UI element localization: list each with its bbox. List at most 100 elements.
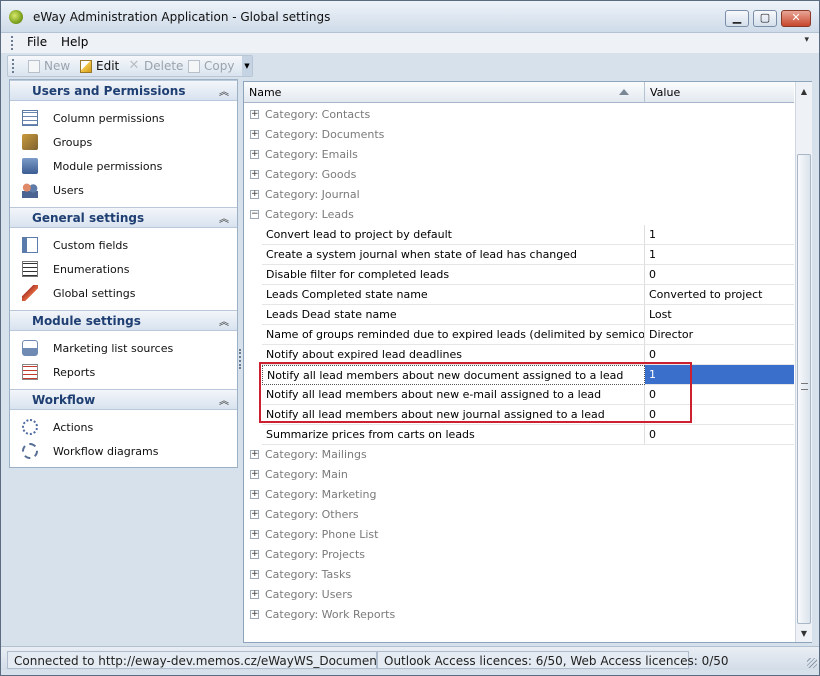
expand-icon[interactable]: +	[250, 110, 259, 119]
category-label: Category: Goods	[265, 168, 357, 181]
collapse-icon[interactable]: −	[250, 210, 259, 219]
scroll-down-icon[interactable]: ▼	[796, 626, 812, 642]
toolbar-grip-icon[interactable]	[12, 59, 15, 73]
category-row[interactable]: + Category: Contacts	[244, 105, 794, 125]
close-button[interactable]: ✕	[781, 10, 811, 27]
category-row[interactable]: + Category: Journal	[244, 185, 794, 205]
menubar-grip-icon[interactable]	[11, 36, 14, 50]
scrollbar-thumb[interactable]	[797, 154, 811, 624]
vertical-scrollbar[interactable]: ▲ ▼	[795, 82, 812, 642]
marketing-list-icon	[22, 340, 38, 356]
nav-groups[interactable]: Groups	[22, 132, 92, 152]
category-row[interactable]: + Category: Documents	[244, 125, 794, 145]
nav-module-permissions[interactable]: Module permissions	[22, 156, 162, 176]
nav-enumerations[interactable]: Enumerations	[22, 259, 129, 279]
category-row[interactable]: + Category: Marketing	[244, 485, 794, 505]
collapse-chevrons-icon[interactable]: ︽	[219, 83, 229, 98]
category-row[interactable]: + Category: Projects	[244, 545, 794, 565]
expand-icon[interactable]: +	[250, 590, 259, 599]
nav-marketing-list-sources[interactable]: Marketing list sources	[22, 338, 173, 358]
window-title: eWay Administration Application - Global…	[33, 10, 331, 24]
navigation-panel: Users and Permissions ︽ Column permission…	[9, 79, 238, 468]
property-value-field[interactable]: 0	[645, 425, 794, 445]
expand-icon[interactable]: +	[250, 170, 259, 179]
category-row[interactable]: + Category: Mailings	[244, 445, 794, 465]
collapse-chevrons-icon[interactable]: ︽	[219, 210, 229, 225]
nav-workflow-diagrams[interactable]: Workflow diagrams	[22, 441, 158, 461]
property-row[interactable]: Disable filter for completed leads 0	[244, 265, 794, 285]
menu-file[interactable]: File	[23, 35, 51, 49]
property-row[interactable]: Convert lead to project by default 1	[244, 225, 794, 245]
copy-button[interactable]: Copy	[188, 59, 234, 73]
chevron-down-icon[interactable]: ▾	[804, 35, 809, 45]
category-row[interactable]: + Category: Main	[244, 465, 794, 485]
category-label: Category: Tasks	[265, 568, 352, 581]
expand-icon[interactable]: +	[250, 550, 259, 559]
property-value-field[interactable]: Lost	[645, 305, 794, 325]
maximize-button[interactable]: ▢	[753, 10, 777, 27]
category-row[interactable]: + Category: Emails	[244, 145, 794, 165]
delete-button[interactable]: ✕ Delete	[128, 59, 184, 74]
scroll-up-icon[interactable]: ▲	[796, 84, 812, 100]
resize-grip-icon[interactable]	[807, 658, 817, 668]
expand-icon[interactable]: +	[250, 570, 259, 579]
expand-icon[interactable]: +	[250, 490, 259, 499]
property-row[interactable]: Leads Completed state name Converted to p…	[244, 285, 794, 305]
property-value-field[interactable]: Director	[645, 325, 794, 345]
column-divider[interactable]	[644, 82, 645, 103]
nav-users[interactable]: Users	[22, 180, 84, 200]
nav-actions[interactable]: Actions	[22, 417, 93, 437]
category-row[interactable]: + Category: Phone List	[244, 525, 794, 545]
section-workflow[interactable]: Workflow ︽	[10, 389, 237, 410]
collapse-chevrons-icon[interactable]: ︽	[219, 313, 229, 328]
nav-column-permissions[interactable]: Column permissions	[22, 108, 164, 128]
category-label: Category: Emails	[265, 148, 358, 161]
column-header-name[interactable]: Name	[249, 86, 281, 99]
nav-reports[interactable]: Reports	[22, 362, 95, 382]
category-row[interactable]: + Category: Tasks	[244, 565, 794, 585]
section-module-settings[interactable]: Module settings ︽	[10, 310, 237, 331]
expand-icon[interactable]: +	[250, 530, 259, 539]
collapse-chevrons-icon[interactable]: ︽	[219, 392, 229, 407]
expand-icon[interactable]: +	[250, 470, 259, 479]
minimize-button[interactable]: ▁	[725, 10, 749, 27]
property-row[interactable]: Create a system journal when state of le…	[244, 245, 794, 265]
highlight-box	[259, 362, 692, 423]
category-row[interactable]: + Category: Work Reports	[244, 605, 794, 625]
category-row[interactable]: − Category: Leads	[244, 205, 794, 225]
section-users-and-permissions[interactable]: Users and Permissions ︽	[10, 80, 237, 101]
category-row[interactable]: + Category: Others	[244, 505, 794, 525]
property-row[interactable]: Leads Dead state name Lost	[244, 305, 794, 325]
workflow-icon	[22, 443, 38, 459]
expand-icon[interactable]: +	[250, 130, 259, 139]
category-label: Category: Contacts	[265, 108, 371, 121]
nav-global-settings[interactable]: Global settings	[22, 283, 135, 303]
expand-icon[interactable]: +	[250, 610, 259, 619]
property-name: Leads Dead state name	[262, 305, 645, 325]
sort-ascending-icon	[619, 89, 629, 95]
expand-icon[interactable]: +	[250, 450, 259, 459]
property-value-field[interactable]: 1	[645, 245, 794, 265]
property-name: Create a system journal when state of le…	[262, 245, 645, 265]
expand-icon[interactable]: +	[250, 150, 259, 159]
new-button[interactable]: New	[28, 59, 70, 73]
category-row[interactable]: + Category: Goods	[244, 165, 794, 185]
expand-icon[interactable]: +	[250, 510, 259, 519]
property-value-field[interactable]: Converted to project	[645, 285, 794, 305]
property-row[interactable]: Name of groups reminded due to expired l…	[244, 325, 794, 345]
property-row[interactable]: Summarize prices from carts on leads 0	[244, 425, 794, 445]
edit-button[interactable]: Edit	[80, 59, 119, 73]
category-label: Category: Work Reports	[265, 608, 396, 621]
property-value-field[interactable]: 0	[645, 265, 794, 285]
property-value-field[interactable]: 1	[645, 225, 794, 245]
menu-help[interactable]: Help	[57, 35, 92, 49]
category-row[interactable]: + Category: Users	[244, 585, 794, 605]
module-permissions-icon	[22, 158, 38, 174]
column-header-value[interactable]: Value	[650, 86, 680, 99]
splitter-grip-icon[interactable]	[239, 349, 242, 369]
category-label: Category: Mailings	[265, 448, 367, 461]
section-general-settings[interactable]: General settings ︽	[10, 207, 237, 228]
nav-custom-fields[interactable]: Custom fields	[22, 235, 128, 255]
toolbar-overflow-button[interactable]: ▼	[242, 56, 252, 76]
expand-icon[interactable]: +	[250, 190, 259, 199]
